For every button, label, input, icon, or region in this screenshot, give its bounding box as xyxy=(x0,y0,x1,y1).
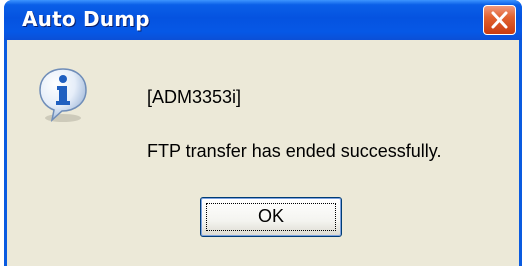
ok-button[interactable]: OK xyxy=(200,197,342,237)
close-button[interactable] xyxy=(483,5,516,35)
title-bar[interactable]: Auto Dump xyxy=(4,0,522,40)
info-icon xyxy=(39,68,87,123)
message-code: [ADM3353i] xyxy=(147,87,242,107)
window-title: Auto Dump xyxy=(22,7,150,31)
dialog-body: [ADM3353i] FTP transfer has ended succes… xyxy=(7,40,519,266)
close-icon xyxy=(491,11,508,29)
ok-button-label: OK xyxy=(257,206,284,226)
message-text: FTP transfer has ended successfully. xyxy=(147,141,442,161)
dialog-window: Auto Dump [ADM3353i] FTP transfer has en… xyxy=(4,0,522,266)
